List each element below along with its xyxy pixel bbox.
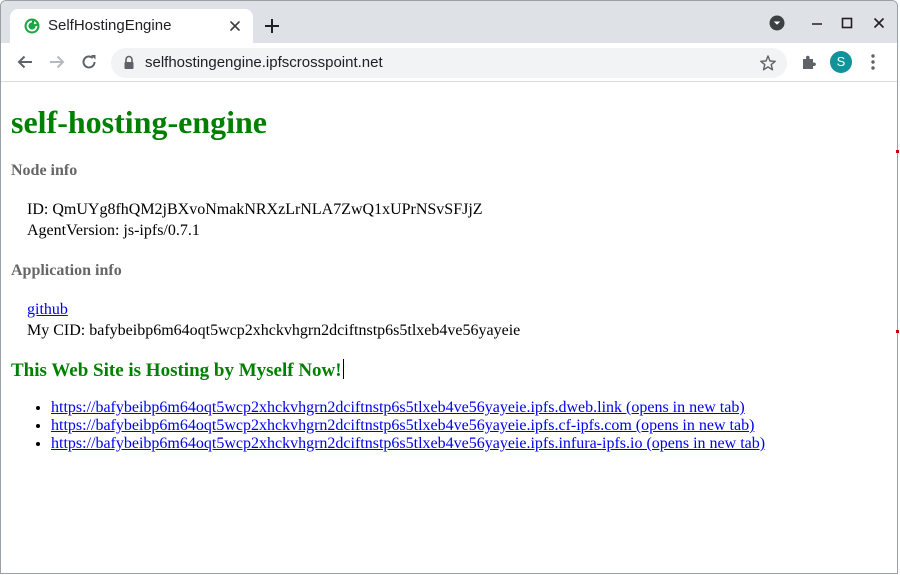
text-cursor	[342, 359, 344, 379]
url-text[interactable]: selfhostingengine.ipfscrosspoint.net	[145, 54, 383, 71]
edge-mark	[896, 330, 899, 333]
github-link[interactable]: github	[27, 301, 68, 318]
gateway-link-cf-ipfs[interactable]: https://bafybeibp6m64oqt5wcp2xhckvhgrn2d…	[51, 417, 754, 434]
kebab-menu-icon[interactable]	[863, 52, 883, 72]
tab-selfhostingengine[interactable]: SelfHostingEngine	[10, 9, 253, 43]
back-icon[interactable]	[15, 52, 35, 72]
close-icon[interactable]	[227, 18, 243, 34]
gateway-link-infura[interactable]: https://bafybeibp6m64oqt5wcp2xhckvhgrn2d…	[51, 435, 765, 452]
page-title: self-hosting-engine	[11, 104, 267, 140]
reload-icon[interactable]	[79, 52, 99, 72]
tab-search-icon[interactable]	[769, 15, 785, 31]
agent-version: AgentVersion: js-ipfs/0.7.1	[27, 222, 200, 239]
gateway-link-dweb[interactable]: https://bafybeibp6m64oqt5wcp2xhckvhgrn2d…	[51, 399, 745, 416]
gateway-link-list: https://bafybeibp6m64oqt5wcp2xhckvhgrn2d…	[11, 399, 765, 453]
close-window-icon[interactable]	[871, 15, 887, 31]
node-info-heading: Node info	[11, 162, 78, 179]
address-bar[interactable]: selfhostingengine.ipfscrosspoint.net	[111, 48, 787, 78]
tab-title: SelfHostingEngine	[48, 17, 172, 34]
hosting-heading: This Web Site is Hosting by Myself Now!	[11, 359, 344, 382]
hosting-heading-text: This Web Site is Hosting by Myself Now!	[11, 360, 342, 381]
star-icon[interactable]	[759, 54, 777, 72]
maximize-icon[interactable]	[839, 15, 855, 31]
forward-icon[interactable]	[47, 52, 67, 72]
app-info-heading: Application info	[11, 262, 122, 279]
lock-icon	[124, 55, 134, 69]
node-id: ID: QmUYg8fhQM2jBXvoNmakNRXzLrNLA7ZwQ1xU…	[27, 201, 483, 218]
list-item: https://bafybeibp6m64oqt5wcp2xhckvhgrn2d…	[51, 435, 765, 453]
browser-toolbar: selfhostingengine.ipfscrosspoint.net S	[1, 43, 897, 82]
tab-strip: SelfHostingEngine	[1, 1, 897, 43]
page-content: self-hosting-engine Node info ID: QmUYg8…	[1, 82, 897, 573]
edge-mark	[896, 150, 899, 153]
browser-window: SelfHostingEngine selfhostingengine.ipfs…	[0, 0, 898, 574]
minimize-icon[interactable]	[809, 15, 825, 31]
list-item: https://bafybeibp6m64oqt5wcp2xhckvhgrn2d…	[51, 417, 765, 435]
profile-avatar[interactable]: S	[830, 51, 852, 73]
new-tab-icon[interactable]	[263, 17, 281, 35]
puzzle-icon[interactable]	[799, 52, 819, 72]
list-item: https://bafybeibp6m64oqt5wcp2xhckvhgrn2d…	[51, 399, 765, 417]
my-cid: My CID: bafybeibp6m64oqt5wcp2xhckvhgrn2d…	[27, 322, 521, 339]
favicon-icon	[24, 18, 40, 34]
